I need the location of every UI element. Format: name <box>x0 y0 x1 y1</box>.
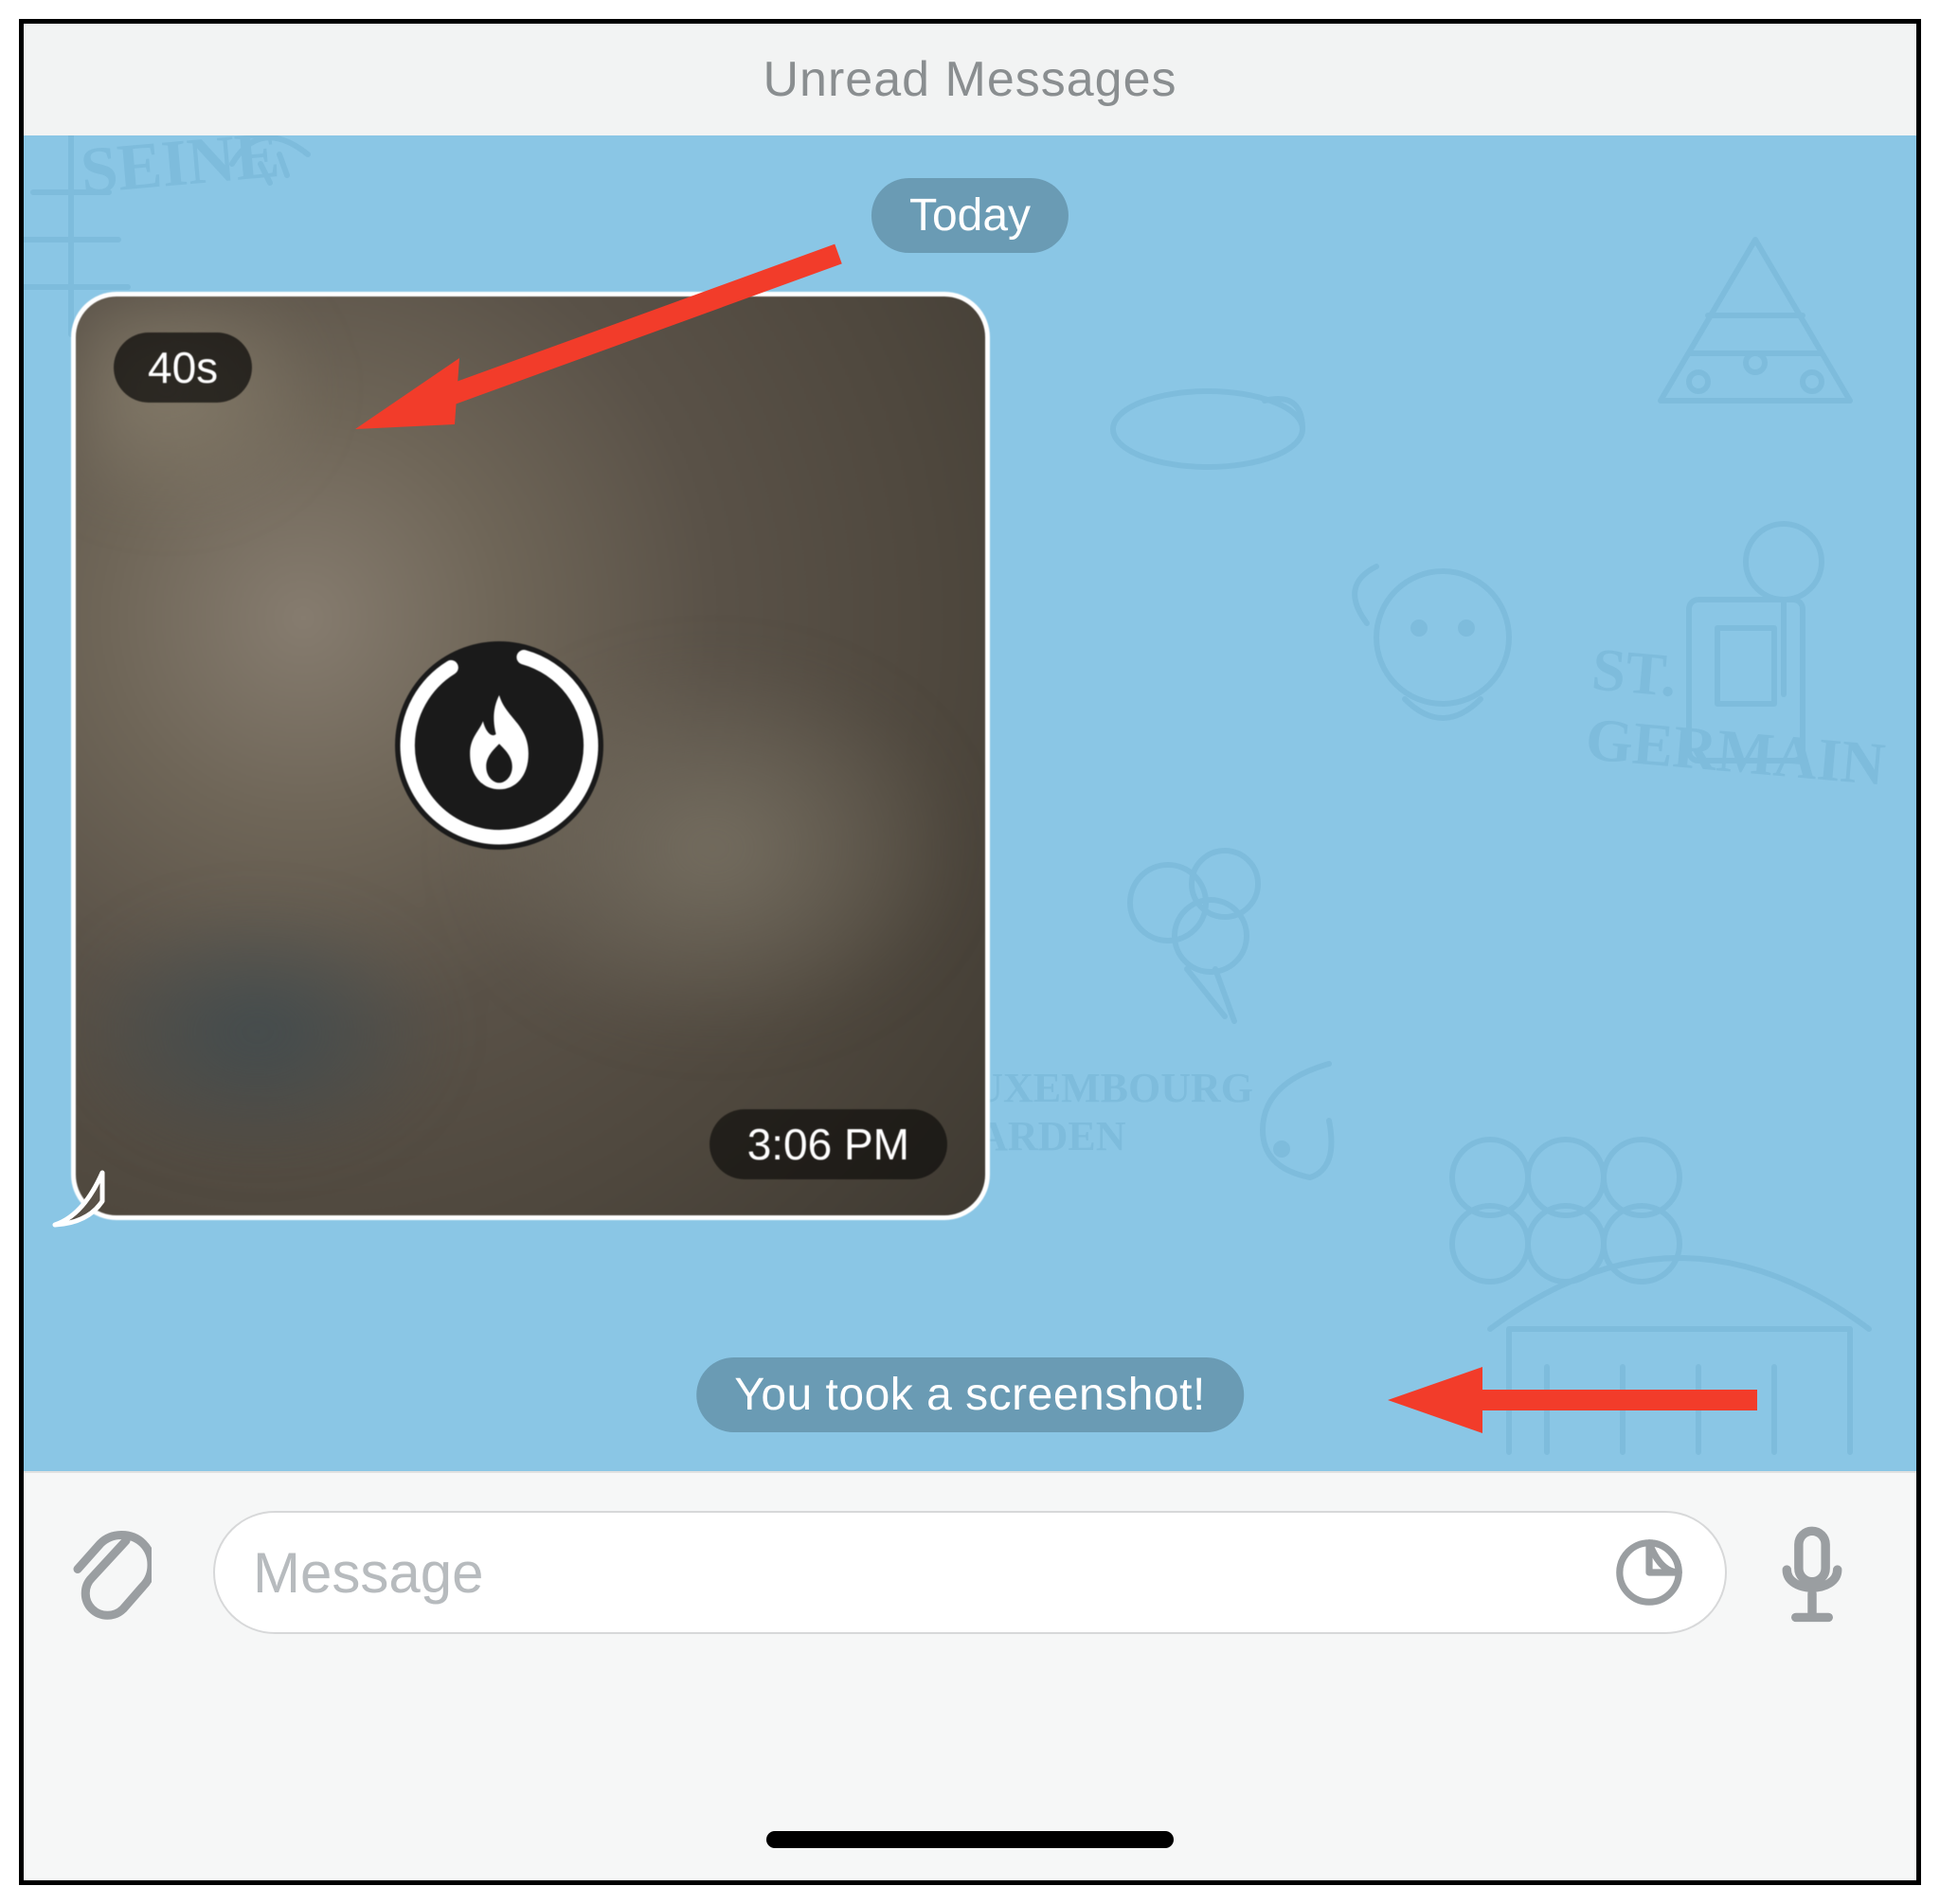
message-timestamp-badge: 3:06 PM <box>710 1109 947 1179</box>
annotation-arrow-1 <box>327 235 857 443</box>
unread-messages-bar: Unread Messages <box>24 24 1916 137</box>
unread-messages-label: Unread Messages <box>763 51 1177 108</box>
home-indicator[interactable] <box>766 1831 1174 1848</box>
message-timestamp: 3:06 PM <box>747 1120 909 1169</box>
flame-icon[interactable] <box>395 641 603 850</box>
microphone-icon[interactable] <box>1765 1530 1859 1625</box>
system-message-pill: You took a screenshot! <box>696 1357 1244 1432</box>
annotation-arrow-2 <box>1378 1357 1776 1443</box>
message-composer-bar: Message <box>24 1471 1916 1880</box>
self-destruct-timer-badge: 40s <box>114 332 252 403</box>
app-frame: Unread Messages SEINE ST.GERMAIN LUXEMBO… <box>19 19 1921 1885</box>
self-destruct-timer-value: 40s <box>148 343 218 392</box>
chat-area[interactable]: SEINE ST.GERMAIN LUXEMBOURGGARDEN Today … <box>24 135 1916 1473</box>
date-separator-pill: Today <box>871 178 1069 253</box>
message-input[interactable]: Message <box>213 1511 1727 1634</box>
sticker-icon[interactable] <box>1611 1535 1687 1610</box>
message-input-placeholder: Message <box>253 1540 1611 1606</box>
attachment-icon[interactable] <box>62 1526 156 1621</box>
date-separator-label: Today <box>909 190 1031 241</box>
system-message-text: You took a screenshot! <box>734 1370 1206 1420</box>
